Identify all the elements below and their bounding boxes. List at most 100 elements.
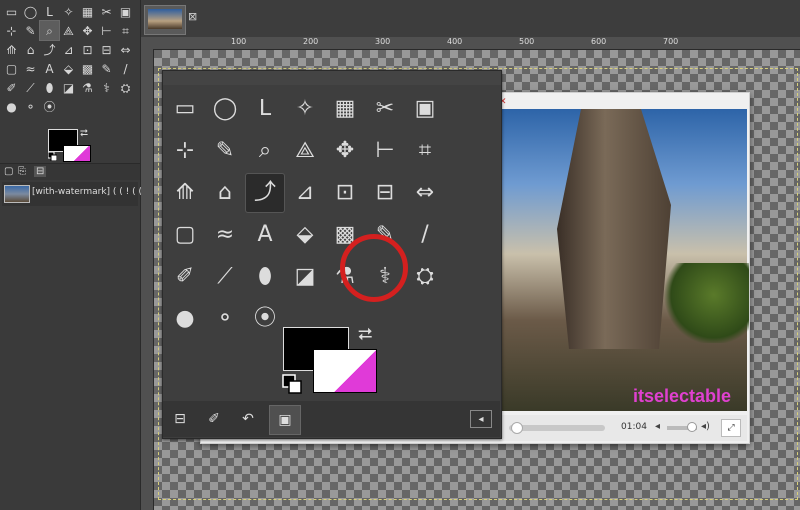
empty-slot — [445, 89, 485, 129]
gradient-icon[interactable]: ▩ — [78, 59, 97, 78]
zoomed-color-picker-icon[interactable]: ✎ — [205, 131, 245, 171]
undo-history-tab-icon[interactable]: ↶ — [233, 405, 263, 433]
smudge-icon[interactable]: ⚬ — [21, 97, 40, 116]
zoomed-flip-icon[interactable]: ⊟ — [365, 173, 405, 213]
zoomed-free-select-icon[interactable]: ᒪ — [245, 89, 285, 129]
zoomed-perspective-icon[interactable]: ⊿ — [285, 173, 325, 213]
perspective-clone-icon[interactable]: ⛭ — [116, 78, 135, 97]
zoomed-fuzzy-select-icon[interactable]: ✧ — [285, 89, 325, 129]
empty-slot — [445, 257, 485, 297]
zoomed-scissors-icon[interactable]: ✂ — [365, 89, 405, 129]
close-tab-icon[interactable]: ⊠ — [188, 10, 197, 23]
horizontal-ruler[interactable]: 100 200 300 400 500 600 700 — [141, 37, 800, 50]
warp-icon[interactable]: ▢ — [2, 59, 21, 78]
color-picker-icon[interactable]: ✎ — [21, 21, 40, 40]
rotate-icon[interactable]: ⟰ — [2, 40, 21, 59]
vertical-ruler[interactable] — [141, 49, 154, 510]
perspective-icon[interactable]: ⊿ — [59, 40, 78, 59]
zoomed-mypaint-icon[interactable]: ◪ — [285, 257, 325, 297]
empty-slot — [445, 131, 485, 171]
zoomed-ellipse-select-icon[interactable]: ◯ — [205, 89, 245, 129]
zoomed-blur-icon[interactable]: ● — [165, 299, 205, 339]
zoomed-background-color-swatch[interactable] — [313, 349, 377, 393]
image-tab-thumbnail — [148, 9, 182, 29]
layers-tab-icon[interactable]: ▢ — [4, 166, 13, 177]
zoomed-rotate-icon[interactable]: ⟰ — [165, 173, 205, 213]
expand-dock-icon[interactable]: ◂ — [470, 410, 492, 428]
zoomed-text-icon[interactable]: A — [245, 215, 285, 255]
volume-knob — [687, 422, 697, 432]
zoomed-swap-colors-icon[interactable]: ⮂ — [358, 324, 372, 345]
text-icon[interactable]: A — [40, 59, 59, 78]
zoomed-bucket-fill-icon[interactable]: ⬙ — [285, 215, 325, 255]
scale-icon[interactable]: ⌂ — [21, 40, 40, 59]
dodge-icon[interactable]: ⦿ — [40, 97, 59, 116]
zoomed-scale-icon[interactable]: ⌂ — [205, 173, 245, 213]
scissors-icon[interactable]: ✂ — [97, 2, 116, 21]
cage-icon[interactable]: ⇔ — [116, 40, 135, 59]
zoomed-foreground-select-icon[interactable]: ▣ — [405, 89, 445, 129]
pencil-icon[interactable]: ✎ — [97, 59, 116, 78]
zoomed-move-icon[interactable]: ✥ — [325, 131, 365, 171]
paths-icon[interactable]: ⊹ — [2, 21, 21, 40]
zoomed-dodge-icon[interactable]: ⦿ — [245, 299, 285, 339]
zoomed-3d-transform-icon[interactable]: ⊡ — [325, 173, 365, 213]
bucket-fill-icon[interactable]: ⬙ — [59, 59, 78, 78]
zoomed-zoom-icon[interactable]: ⌕ — [245, 131, 285, 171]
zoomed-paintbrush-icon[interactable]: / — [405, 215, 445, 255]
layer-row[interactable]: [with-watermark] ( ( ! ( ( ,( ( ) — [2, 182, 164, 206]
zoomed-smudge-icon[interactable]: ⚬ — [205, 299, 245, 339]
reset-colors-icon[interactable] — [48, 152, 57, 161]
zoomed-crop-icon[interactable]: ⌗ — [405, 131, 445, 171]
fullscreen-icon: ⤢ — [721, 419, 741, 437]
swap-colors-icon[interactable]: ⮂ — [80, 128, 88, 139]
heal-icon[interactable]: ⚕ — [97, 78, 116, 97]
paintbrush-icon[interactable]: / — [116, 59, 135, 78]
move-icon[interactable]: ✥ — [78, 21, 97, 40]
channels-tab-icon[interactable]: ⎘ — [18, 166, 26, 177]
paths-tab-icon[interactable]: ⊟ — [34, 166, 47, 177]
zoomed-align-icon[interactable]: ⊢ — [365, 131, 405, 171]
ink-icon[interactable]: ⬮ — [40, 78, 59, 97]
zoomed-eraser-icon[interactable]: ✐ — [165, 257, 205, 297]
color-select-icon[interactable]: ▦ — [78, 2, 97, 21]
rect-select-icon[interactable]: ▭ — [2, 2, 21, 21]
ruler-label: 400 — [447, 37, 463, 46]
clone-icon[interactable]: ⚗ — [78, 78, 97, 97]
wave-icon[interactable]: ≈ — [21, 59, 40, 78]
zoomed-cage-icon[interactable]: ⇔ — [405, 173, 445, 213]
zoomed-airbrush-icon[interactable]: ⟋ — [205, 257, 245, 297]
device-status-tab-icon[interactable]: ✐ — [199, 405, 229, 433]
zoomed-measure-icon[interactable]: ⟁ — [285, 131, 325, 171]
mypaint-icon[interactable]: ◪ — [59, 78, 78, 97]
3d-transform-icon[interactable]: ⊡ — [78, 40, 97, 59]
flip-icon[interactable]: ⊟ — [97, 40, 116, 59]
align-icon[interactable]: ⊢ — [97, 21, 116, 40]
tool-options-tab-icon[interactable]: ⊟ — [165, 405, 195, 433]
zoomed-wave-icon[interactable]: ≈ — [205, 215, 245, 255]
zoom-icon[interactable]: ⌕ — [39, 20, 60, 41]
measure-icon[interactable]: ⟁ — [59, 21, 78, 40]
fuzzy-select-icon[interactable]: ✧ — [59, 2, 78, 21]
watermark-text: itselectable — [633, 386, 732, 406]
time-display: 01:04 — [621, 422, 647, 432]
images-tab-icon[interactable]: ▣ — [269, 405, 301, 435]
airbrush-icon[interactable]: ⟋ — [21, 78, 40, 97]
crop-icon[interactable]: ⌗ — [116, 21, 135, 40]
zoomed-shear-icon[interactable]: ⤴ — [245, 173, 285, 213]
image-tab[interactable] — [144, 5, 186, 35]
foreground-select-icon[interactable]: ▣ — [116, 2, 135, 21]
free-select-icon[interactable]: ᒪ — [40, 2, 59, 21]
zoomed-paths-icon[interactable]: ⊹ — [165, 131, 205, 171]
background-color-swatch[interactable] — [63, 145, 91, 162]
blur-icon[interactable]: ● — [2, 97, 21, 116]
shear-icon[interactable]: ⤴ — [40, 40, 59, 59]
zoomed-ink-icon[interactable]: ⬮ — [245, 257, 285, 297]
ellipse-select-icon[interactable]: ◯ — [21, 2, 40, 21]
zoomed-color-select-icon[interactable]: ▦ — [325, 89, 365, 129]
zoomed-rect-select-icon[interactable]: ▭ — [165, 89, 205, 129]
zoomed-perspective-clone-icon[interactable]: ⛭ — [405, 257, 445, 297]
zoomed-reset-colors-icon[interactable] — [282, 374, 302, 394]
eraser-icon[interactable]: ✐ — [2, 78, 21, 97]
zoomed-warp-icon[interactable]: ▢ — [165, 215, 205, 255]
